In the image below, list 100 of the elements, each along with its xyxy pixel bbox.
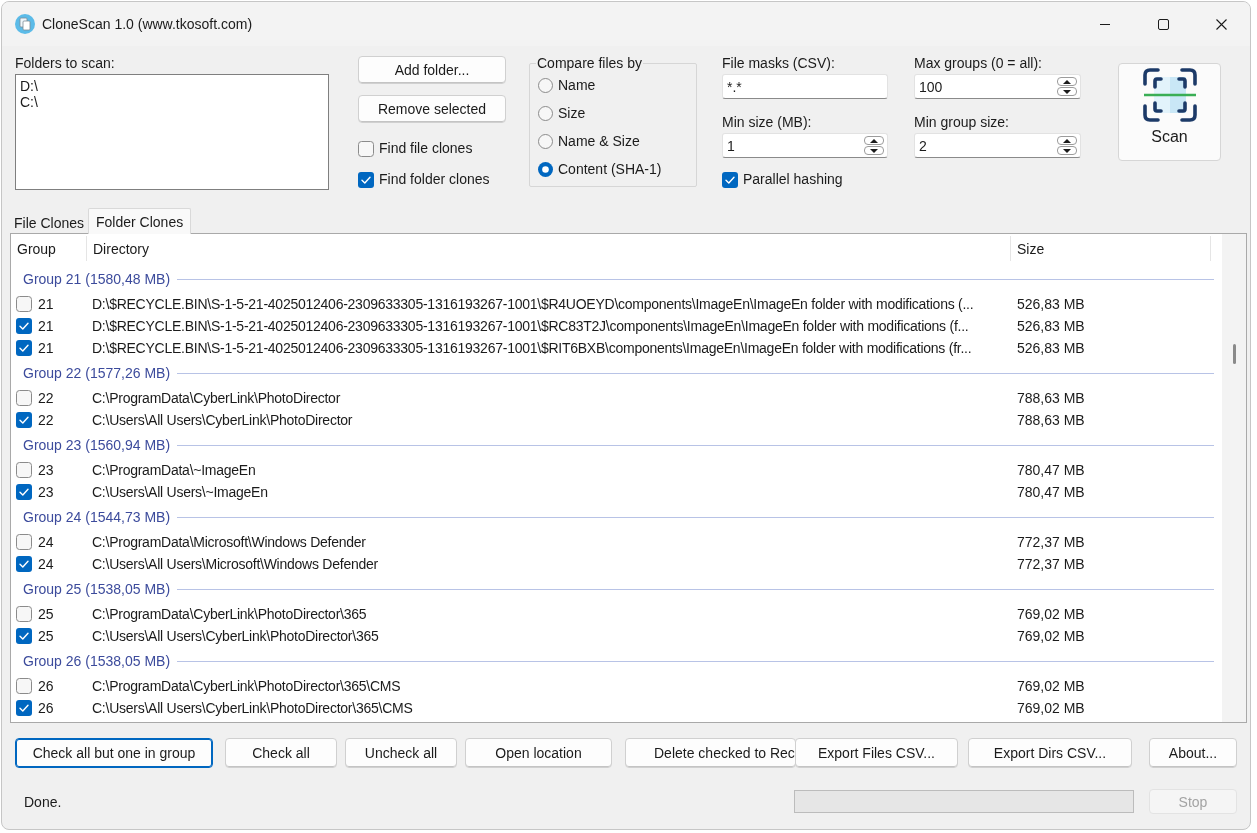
number-field[interactable]: 1 bbox=[722, 133, 888, 158]
group-heading: Group 21 (1580,48 MB) bbox=[23, 271, 171, 287]
group-heading: Group 24 (1544,73 MB) bbox=[23, 509, 171, 525]
up-triangle-icon bbox=[1063, 79, 1071, 84]
field-label: File masks (CSV): bbox=[722, 55, 836, 72]
checkbox[interactable] bbox=[16, 678, 32, 694]
checkbox[interactable] bbox=[16, 700, 32, 716]
spin-up-button[interactable] bbox=[1057, 136, 1077, 145]
checkbox[interactable] bbox=[16, 606, 32, 622]
column-header[interactable]: Size bbox=[1011, 236, 1211, 261]
group-heading: Group 26 (1538,05 MB) bbox=[23, 653, 171, 669]
group-heading: Group 22 (1577,26 MB) bbox=[23, 365, 171, 381]
maximize-icon bbox=[1157, 18, 1169, 30]
checkbox[interactable] bbox=[16, 462, 32, 478]
radio-label: Name bbox=[558, 76, 596, 94]
directory-cell-text: C:\ProgramData\CyberLink\PhotoDirector\365\CMS bbox=[92, 678, 402, 694]
checkbox[interactable] bbox=[16, 534, 32, 550]
action-button[interactable]: Check all but one in group bbox=[15, 738, 213, 768]
size-cell-text: 769,02 MB bbox=[1017, 606, 1086, 622]
group-number-cell-text: 22 bbox=[37, 412, 55, 428]
checkbox[interactable] bbox=[358, 140, 374, 157]
spin-down-button[interactable] bbox=[1057, 146, 1077, 155]
column-header[interactable]: Group bbox=[11, 236, 87, 261]
group-number-cell-text: 26 bbox=[37, 700, 55, 716]
group-heading: Group 23 (1560,94 MB) bbox=[23, 437, 171, 453]
number-field[interactable]: 2 bbox=[914, 133, 1081, 158]
action-button[interactable]: About... bbox=[1149, 738, 1237, 768]
size-cell-text: 788,63 MB bbox=[1017, 390, 1086, 406]
checkbox[interactable] bbox=[16, 296, 32, 312]
column-header[interactable]: Directory bbox=[87, 236, 1011, 261]
down-triangle-icon bbox=[1063, 148, 1071, 153]
field-label: Min size (MB): bbox=[722, 114, 813, 131]
spin-up-button[interactable] bbox=[1057, 77, 1077, 86]
scan-button[interactable]: Scan bbox=[1118, 63, 1221, 161]
action-button[interactable]: Export Files CSV... bbox=[795, 738, 958, 768]
checkbox[interactable] bbox=[16, 318, 32, 334]
radio-button[interactable] bbox=[538, 133, 553, 149]
directory-cell-text: C:\ProgramData\~ImageEn bbox=[92, 462, 257, 478]
directory-cell-text: C:\Users\All Users\CyberLink\PhotoDirector\365\CMS bbox=[92, 700, 414, 716]
size-cell-text: 769,02 MB bbox=[1017, 700, 1086, 716]
group-number-cell-text: 25 bbox=[37, 628, 55, 644]
radio-button[interactable] bbox=[538, 105, 553, 121]
down-triangle-icon bbox=[870, 148, 878, 153]
field-label: Max groups (0 = all): bbox=[914, 55, 1043, 72]
folder-button[interactable]: Remove selected bbox=[358, 95, 506, 123]
radio-button[interactable] bbox=[538, 161, 553, 177]
vertical-scrollbar[interactable] bbox=[1222, 234, 1246, 722]
radio-label: Size bbox=[558, 104, 586, 122]
checkbox[interactable] bbox=[16, 390, 32, 406]
folder-button[interactable]: Add folder... bbox=[358, 56, 506, 84]
checkbox[interactable] bbox=[16, 556, 32, 572]
spin-down-button[interactable] bbox=[864, 146, 884, 155]
group-heading: Group 25 (1538,05 MB) bbox=[23, 581, 171, 597]
folder-list-item[interactable]: C:\ bbox=[20, 94, 324, 110]
folders-label: Folders to scan: bbox=[15, 55, 116, 72]
folder-list-item[interactable]: D:\ bbox=[20, 78, 324, 94]
group-box-title: Compare files by bbox=[536, 55, 644, 71]
size-cell-text: 526,83 MB bbox=[1017, 318, 1086, 334]
checkbox[interactable] bbox=[16, 628, 32, 644]
checkbox-label: Find folder clones bbox=[379, 171, 490, 188]
scrollbar-thumb[interactable] bbox=[1232, 344, 1236, 364]
checkbox[interactable] bbox=[358, 171, 374, 188]
checkbox[interactable] bbox=[722, 171, 738, 188]
group-number-cell-text: 21 bbox=[37, 296, 55, 312]
size-cell-text: 788,63 MB bbox=[1017, 412, 1086, 428]
action-button[interactable]: Check all bbox=[225, 738, 337, 768]
directory-cell-text: D:\$RECYCLE.BIN\S-1-5-21-4025012406-2309633305-1316193267-1001\$RIT6BXB\components\ImageEn\ImageEn folder with modifications (fr... bbox=[92, 340, 973, 356]
checkbox[interactable] bbox=[16, 340, 32, 356]
checkbox[interactable] bbox=[16, 412, 32, 428]
action-button[interactable]: Open location bbox=[465, 738, 612, 768]
group-number-cell-text: 22 bbox=[37, 390, 55, 406]
folder-list[interactable]: D:\ C:\ bbox=[15, 74, 329, 190]
directory-cell-text: C:\Users\All Users\~ImageEn bbox=[92, 484, 269, 500]
checkbox-label: Find file clones bbox=[379, 140, 473, 157]
spin-down-button[interactable] bbox=[1057, 87, 1077, 96]
size-cell-text: 772,37 MB bbox=[1017, 556, 1086, 572]
text-field[interactable]: *.* bbox=[722, 74, 888, 99]
size-cell-text: 769,02 MB bbox=[1017, 628, 1086, 644]
down-triangle-icon bbox=[1063, 89, 1071, 94]
checkbox[interactable] bbox=[16, 484, 32, 500]
directory-cell-text: D:\$RECYCLE.BIN\S-1-5-21-4025012406-2309633305-1316193267-1001\$RC83T2J\components\ImageEn\ImageEn folder with modifications (f... bbox=[92, 318, 970, 334]
size-cell-text: 772,37 MB bbox=[1017, 534, 1086, 550]
size-cell-text: 526,83 MB bbox=[1017, 296, 1086, 312]
number-field[interactable]: 100 bbox=[914, 74, 1081, 99]
group-number-cell-text: 24 bbox=[37, 556, 55, 572]
group-number-cell-text: 25 bbox=[37, 606, 55, 622]
app-icon bbox=[15, 14, 35, 34]
minimize-icon bbox=[1100, 23, 1110, 25]
size-cell-text: 780,47 MB bbox=[1017, 462, 1086, 478]
action-button[interactable]: Uncheck all bbox=[345, 738, 457, 768]
spin-up-button[interactable] bbox=[864, 136, 884, 145]
action-button[interactable]: Delete checked to Rec bbox=[625, 738, 796, 768]
radio-button[interactable] bbox=[538, 77, 553, 93]
size-cell-text: 526,83 MB bbox=[1017, 340, 1086, 356]
scan-frame-icon bbox=[1142, 68, 1197, 122]
close-icon bbox=[1215, 18, 1227, 30]
window-title: CloneScan 1.0 (www.tkosoft.com) bbox=[42, 16, 253, 32]
group-number-cell-text: 21 bbox=[37, 340, 55, 356]
action-button[interactable]: Export Dirs CSV... bbox=[968, 738, 1132, 768]
tab[interactable]: Folder Clones bbox=[88, 208, 192, 234]
